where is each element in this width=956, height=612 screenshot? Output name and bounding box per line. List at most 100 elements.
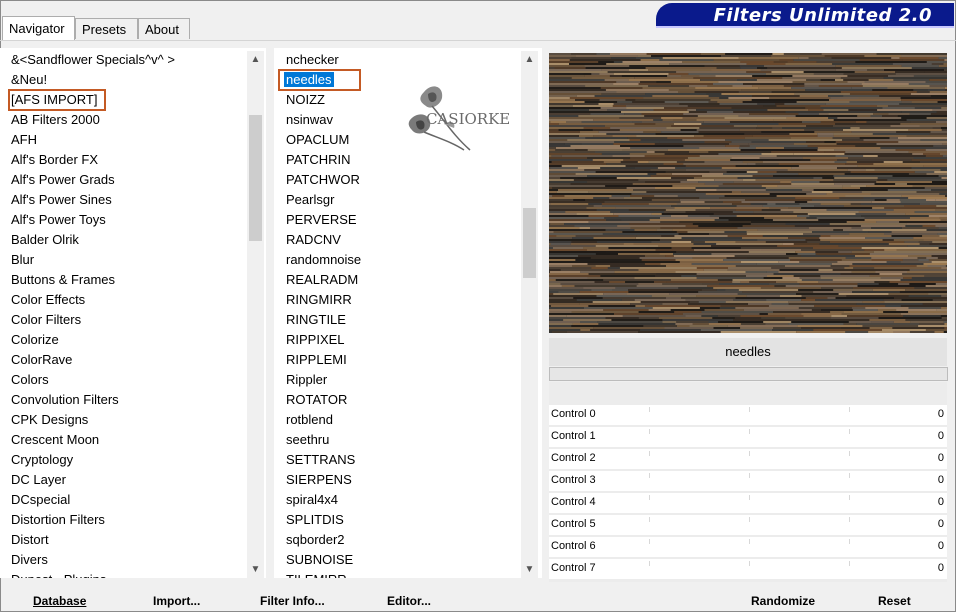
filter-item[interactable]: spiral4x4: [286, 490, 338, 510]
scroll-down-arrow-icon[interactable]: ▼: [247, 561, 264, 578]
scroll-down-arrow-icon[interactable]: ▼: [521, 561, 538, 578]
database-button[interactable]: Database: [33, 592, 86, 610]
category-item[interactable]: Cryptology: [11, 450, 73, 470]
preview-streak: [644, 263, 661, 265]
category-list[interactable]: &<Sandflower Specials^v^ > &Neu! [AFS IMPO…: [0, 48, 266, 578]
preview-streak: [549, 283, 561, 285]
filter-item[interactable]: PATCHWOR: [286, 170, 360, 190]
category-item[interactable]: Alf's Power Grads: [11, 170, 115, 190]
filter-item[interactable]: RADCNV: [286, 230, 341, 250]
filter-item[interactable]: SUBNOISE: [286, 550, 353, 570]
filter-item[interactable]: PATCHRIN: [286, 150, 351, 170]
preview-streak: [760, 249, 802, 251]
category-item[interactable]: &Neu!: [11, 70, 47, 90]
control-slider[interactable]: Control 50: [549, 515, 947, 535]
category-scrollbar[interactable]: ▲ ▼: [247, 51, 264, 578]
category-item[interactable]: AFH: [11, 130, 37, 150]
category-item[interactable]: Blur: [11, 250, 34, 270]
filter-item[interactable]: TILEMIRR: [286, 570, 347, 578]
category-item[interactable]: Alf's Power Toys: [11, 210, 106, 230]
category-item[interactable]: &<Sandflower Specials^v^ >: [11, 50, 175, 70]
preview-streak: [759, 157, 803, 159]
scroll-up-arrow-icon[interactable]: ▲: [247, 51, 264, 68]
scroll-up-arrow-icon[interactable]: ▲: [521, 51, 538, 68]
scroll-thumb[interactable]: [523, 208, 536, 278]
category-item[interactable]: Colorize: [11, 330, 59, 350]
preview-streak: [727, 325, 798, 327]
filter-item[interactable]: SPLITDIS: [286, 510, 344, 530]
category-item[interactable]: Color Filters: [11, 310, 81, 330]
filter-item[interactable]: nchecker: [286, 50, 339, 70]
category-item[interactable]: Dunest · Plugins: [11, 570, 106, 578]
filter-item[interactable]: REALRADM: [286, 270, 358, 290]
filter-item[interactable]: RINGMIRR: [286, 290, 352, 310]
category-item[interactable]: DCspecial: [11, 490, 70, 510]
category-item[interactable]: Convolution Filters: [11, 390, 119, 410]
preview-streak: [835, 297, 894, 299]
preview-streak: [839, 111, 902, 113]
filter-item[interactable]: randomnoise: [286, 250, 361, 270]
preview-streak: [945, 265, 947, 267]
category-item[interactable]: Crescent Moon: [11, 430, 99, 450]
control-slider[interactable]: Control 30: [549, 471, 947, 491]
filter-item[interactable]: rotblend: [286, 410, 333, 430]
category-item[interactable]: Divers: [11, 550, 48, 570]
category-item[interactable]: AB Filters 2000: [11, 110, 100, 130]
import-button[interactable]: Import...: [153, 592, 200, 610]
randomize-label: Randomize: [751, 594, 816, 608]
filter-item[interactable]: RINGTILE: [286, 310, 346, 330]
category-item[interactable]: Color Effects: [11, 290, 85, 310]
scroll-thumb[interactable]: [249, 115, 262, 241]
reset-button[interactable]: Reset: [878, 592, 911, 610]
preview-streak: [549, 129, 559, 131]
randomize-button[interactable]: Randomize: [751, 592, 815, 610]
preview-streak: [549, 313, 588, 315]
category-item[interactable]: Buttons & Frames: [11, 270, 115, 290]
category-item[interactable]: Distortion Filters: [11, 510, 105, 530]
tab-about[interactable]: About: [138, 18, 190, 39]
preview-streak: [554, 67, 586, 69]
filter-item[interactable]: seethru: [286, 430, 329, 450]
preview-streak: [860, 203, 920, 205]
preview-streak: [886, 261, 901, 263]
filter-item[interactable]: RIPPLEMI: [286, 350, 347, 370]
filter-item[interactable]: nsinwav: [286, 110, 333, 130]
category-item[interactable]: ColorRave: [11, 350, 72, 370]
category-item[interactable]: Alf's Border FX: [11, 150, 98, 170]
preview-streak: [679, 103, 720, 105]
control-slider[interactable]: Control 70: [549, 559, 947, 579]
filter-item[interactable]: RIPPIXEL: [286, 330, 345, 350]
filter-item[interactable]: PERVERSE: [286, 210, 357, 230]
category-item[interactable]: CPK Designs: [11, 410, 88, 430]
preview-streak: [863, 155, 878, 157]
category-item[interactable]: Colors: [11, 370, 49, 390]
category-item[interactable]: DC Layer: [11, 470, 66, 490]
control-slider[interactable]: Control 00: [549, 405, 947, 425]
preview-streak: [833, 179, 878, 181]
category-item[interactable]: Distort: [11, 530, 49, 550]
control-slider[interactable]: Control 20: [549, 449, 947, 469]
preview-streak: [798, 289, 834, 291]
preview-streak: [654, 143, 729, 145]
preview-streak: [869, 327, 893, 329]
filter-item[interactable]: SETTRANS: [286, 450, 355, 470]
filter-item[interactable]: Rippler: [286, 370, 327, 390]
control-slider[interactable]: Control 60: [549, 537, 947, 557]
filter-scrollbar[interactable]: ▲ ▼: [521, 51, 538, 578]
tab-navigator[interactable]: Navigator: [2, 16, 75, 40]
tab-presets[interactable]: Presets: [75, 18, 138, 39]
preview-streak: [844, 267, 854, 269]
editor-button[interactable]: Editor...: [387, 592, 431, 610]
category-item[interactable]: Alf's Power Sines: [11, 190, 112, 210]
control-slider[interactable]: Control 10: [549, 427, 947, 447]
filter-item[interactable]: SIERPENS: [286, 470, 352, 490]
filter-item[interactable]: OPACLUM: [286, 130, 349, 150]
filter-item[interactable]: sqborder2: [286, 530, 345, 550]
filter-item[interactable]: NOIZZ: [286, 90, 325, 110]
control-slider[interactable]: Control 40: [549, 493, 947, 513]
filter-info-button[interactable]: Filter Info...: [260, 592, 325, 610]
filter-item[interactable]: ROTATOR: [286, 390, 347, 410]
filter-item[interactable]: Pearlsgr: [286, 190, 334, 210]
preview-streak: [922, 235, 940, 237]
category-item[interactable]: Balder Olrik: [11, 230, 79, 250]
